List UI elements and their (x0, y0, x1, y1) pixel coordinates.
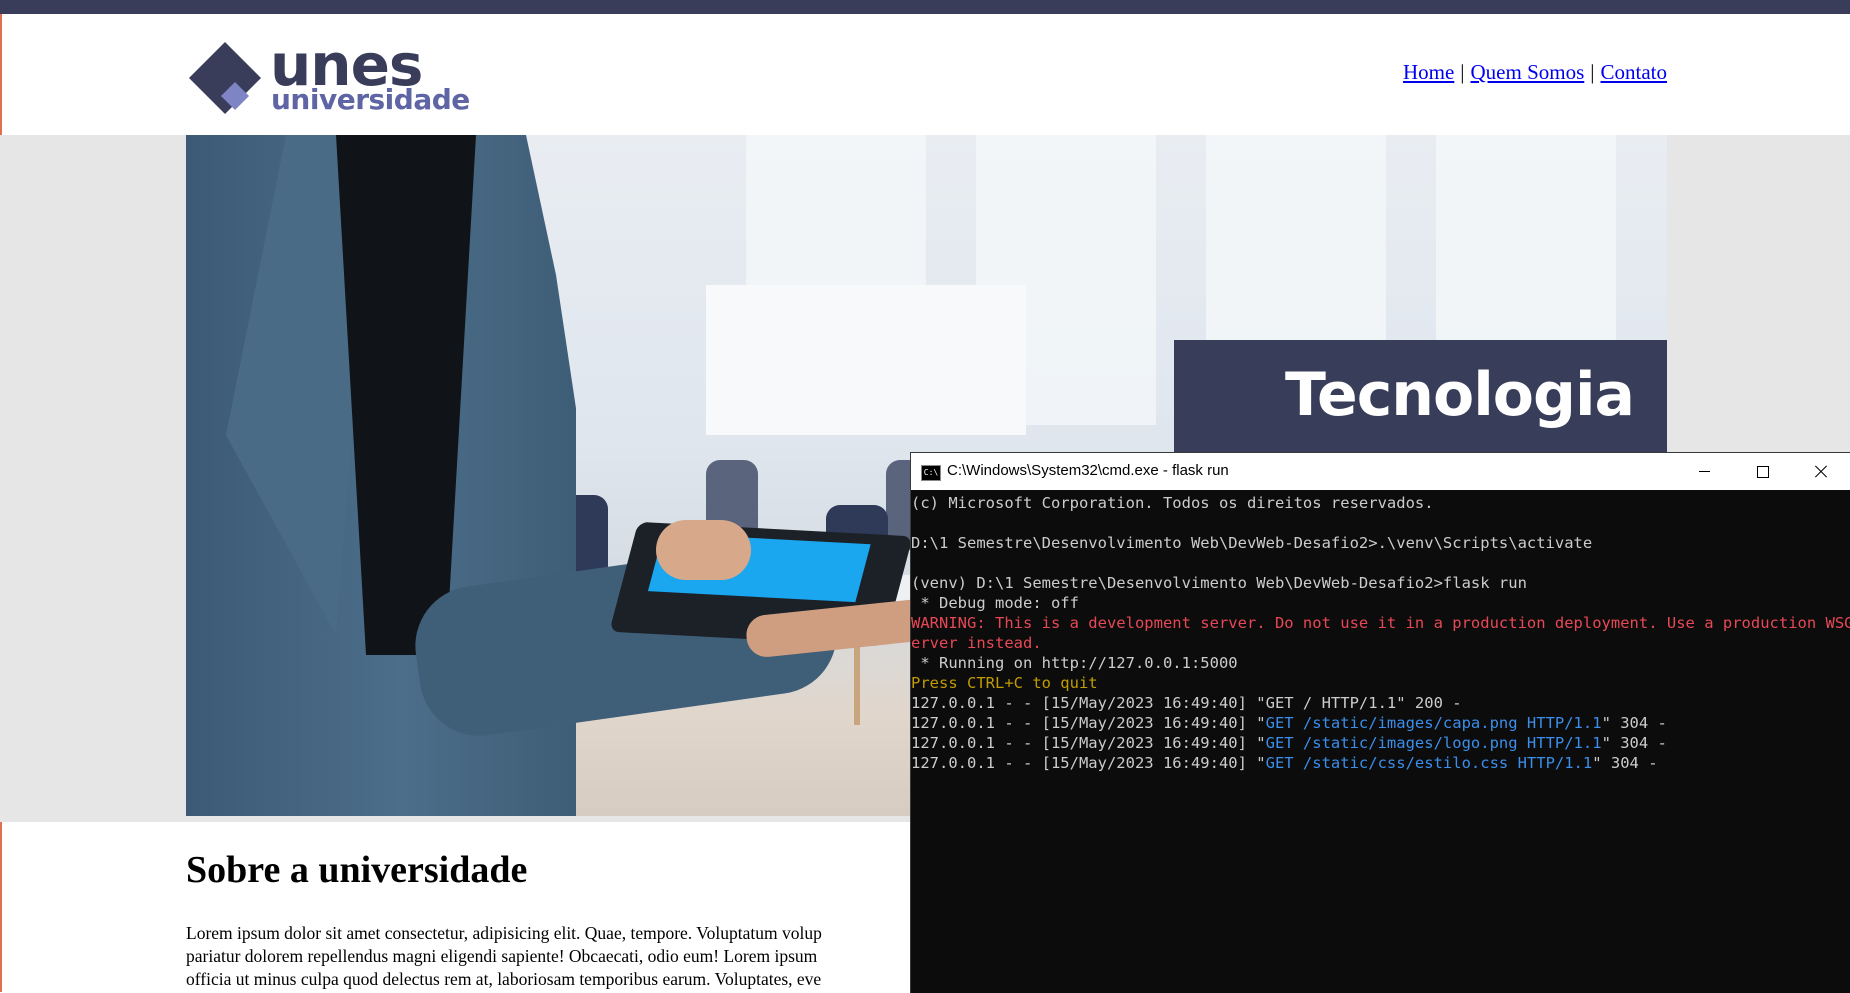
logo-subtitle: universidade (271, 83, 470, 116)
console-line (911, 513, 1850, 533)
quit-line: Press CTRL+C to quit (911, 674, 1098, 692)
close-button[interactable] (1791, 453, 1849, 490)
cmd-titlebar[interactable]: C:\ C:\Windows\System32\cmd.exe - flask … (911, 453, 1850, 490)
nav-separator: | (1590, 60, 1595, 84)
console-line: (venv) D:\1 Semestre\Desenvolvimento Web… (911, 574, 1527, 592)
log-prefix: 127.0.0.1 - - [15/May/2023 16:49:40] " (911, 694, 1266, 712)
chair-leg (854, 635, 860, 725)
site-logo[interactable]: unes universidade (185, 36, 475, 118)
log-status: " 304 - (1601, 734, 1667, 752)
request-log-line: 127.0.0.1 - - [15/May/2023 16:49:40] "GE… (911, 713, 1850, 733)
maximize-button[interactable] (1733, 453, 1791, 490)
console-line: (c) Microsoft Corporation. Todos os dire… (911, 494, 1434, 512)
top-accent-bar (0, 0, 1850, 14)
request-log-line: 127.0.0.1 - - [15/May/2023 16:49:40] "GE… (911, 693, 1850, 713)
console-line (911, 553, 1850, 573)
section-title: Sobre a universidade (186, 849, 528, 891)
logo-diamond-icon (189, 42, 261, 114)
nav-link-home[interactable]: Home (1403, 60, 1454, 84)
log-request: GET /static/images/logo.png HTTP/1.1 (1265, 734, 1602, 752)
banner-title: Tecnologia (1285, 360, 1635, 430)
cmd-window[interactable]: C:\ C:\Windows\System32\cmd.exe - flask … (910, 452, 1850, 993)
minimize-button[interactable] (1675, 453, 1733, 490)
log-prefix: 127.0.0.1 - - [15/May/2023 16:49:40] " (911, 754, 1266, 772)
cmd-output[interactable]: (c) Microsoft Corporation. Todos os dire… (911, 493, 1850, 773)
warning-line: WARNING: This is a development server. D… (911, 614, 1850, 632)
whiteboard (706, 285, 1026, 435)
log-status: GET / HTTP/1.1" 200 - (1265, 694, 1462, 712)
log-status: " 304 - (1601, 714, 1667, 732)
log-request: GET /static/css/estilo.css HTTP/1.1 (1265, 754, 1593, 772)
running-line: * Running on http://127.0.0.1:5000 (911, 654, 1238, 672)
log-prefix: 127.0.0.1 - - [15/May/2023 16:49:40] " (911, 734, 1266, 752)
console-line: * Debug mode: off (911, 594, 1079, 612)
cmd-title: C:\Windows\System32\cmd.exe - flask run (947, 462, 1229, 479)
log-request: GET /static/images/capa.png HTTP/1.1 (1265, 714, 1602, 732)
nav-link-contact[interactable]: Contato (1601, 60, 1668, 84)
console-line: D:\1 Semestre\Desenvolvimento Web\DevWeb… (911, 534, 1593, 552)
log-status: " 304 - (1592, 754, 1658, 772)
cmd-icon: C:\ (921, 465, 941, 481)
request-log-line: 127.0.0.1 - - [15/May/2023 16:49:40] "GE… (911, 753, 1850, 773)
request-log-line: 127.0.0.1 - - [15/May/2023 16:49:40] "GE… (911, 733, 1850, 753)
pointing-hand (656, 520, 751, 580)
nav-link-about[interactable]: Quem Somos (1471, 60, 1585, 84)
main-nav: Home | Quem Somos | Contato (1403, 60, 1667, 85)
warning-line: erver instead. (911, 634, 1042, 652)
log-prefix: 127.0.0.1 - - [15/May/2023 16:49:40] " (911, 714, 1266, 732)
nav-separator: | (1460, 60, 1465, 84)
